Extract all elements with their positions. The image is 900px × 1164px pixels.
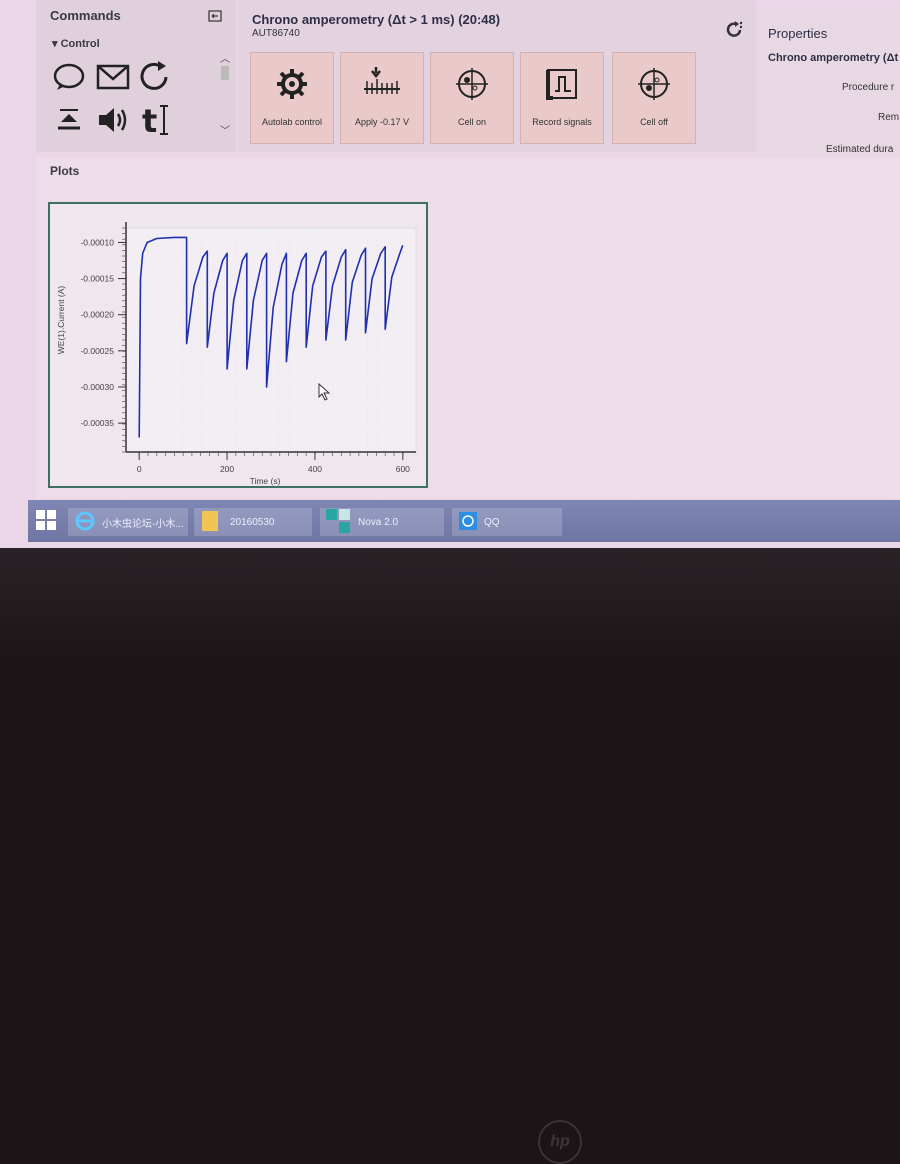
apply-potential-command[interactable]: Apply -0.17 V bbox=[340, 52, 424, 144]
hp-logo: hp bbox=[538, 1120, 582, 1164]
beep-icon[interactable] bbox=[96, 104, 130, 141]
wait-icon[interactable] bbox=[52, 60, 86, 99]
taskbar: 小木虫论坛-小木... 20160530 Nova 2.0 QQ bbox=[28, 500, 900, 542]
nova-icon bbox=[326, 508, 350, 536]
import-icon[interactable] bbox=[52, 106, 86, 139]
svg-text:t: t bbox=[142, 102, 157, 138]
cell-on-command[interactable]: Cell on bbox=[430, 52, 514, 144]
taskbar-item-qq[interactable]: QQ bbox=[452, 508, 562, 536]
y-tick-label: -0.00010 bbox=[80, 237, 114, 247]
y-tick-label: -0.00035 bbox=[80, 418, 114, 428]
refresh-icon[interactable] bbox=[724, 20, 744, 45]
property-remarks-row: Rem bbox=[878, 112, 900, 123]
record-signals-label: Record signals bbox=[532, 117, 592, 127]
folder-icon bbox=[200, 509, 220, 536]
commands-panel: Commands ▾ Control t ︿ ﹀ bbox=[36, 0, 236, 152]
x-tick-label: 200 bbox=[220, 464, 234, 474]
control-section-toggle[interactable]: ▾ Control bbox=[52, 37, 100, 50]
plots-panel: Plots -0.00010 -0.00015 -0.00020 -0.00025 -0… bbox=[36, 158, 900, 498]
cell-on-label: Cell on bbox=[457, 117, 486, 127]
x-axis-label: Time (s) bbox=[250, 476, 281, 486]
procedure-panel: Chrono amperometry (Δt > 1 ms) (20:48) A… bbox=[238, 0, 756, 152]
autolab-control-command[interactable]: Autolab control bbox=[250, 52, 334, 144]
record-signals-icon bbox=[521, 67, 603, 106]
commands-scrollbar[interactable]: ︿ ﹀ bbox=[220, 50, 230, 140]
plots-title: Plots bbox=[50, 164, 80, 178]
x-tick-label: 600 bbox=[396, 464, 410, 474]
properties-panel: Properties Chrono amperometry (Δt Proced… bbox=[762, 10, 900, 160]
cell-off-label: Cell off bbox=[640, 117, 668, 127]
apply-potential-label: Apply -0.17 V bbox=[354, 117, 410, 127]
gear-icon bbox=[251, 67, 333, 106]
property-duration-row: Estimated dura bbox=[826, 144, 894, 155]
y-tick-label: -0.00025 bbox=[80, 346, 114, 356]
screen: Commands ▾ Control t ︿ ﹀ Chrono amperome… bbox=[0, 0, 900, 548]
qq-icon bbox=[458, 511, 478, 534]
taskbar-item-qq-label: QQ bbox=[484, 516, 500, 528]
autolab-control-label: Autolab control bbox=[261, 117, 323, 127]
plot-frame[interactable]: -0.00010 -0.00015 -0.00020 -0.00025 -0.00030… bbox=[48, 202, 428, 488]
laptop-bezel: hp bbox=[0, 548, 900, 1164]
windows-start-icon[interactable] bbox=[36, 510, 56, 535]
y-tick-label: -0.00020 bbox=[80, 310, 114, 320]
cell-off-icon bbox=[613, 67, 695, 106]
text-icon[interactable]: t bbox=[140, 102, 174, 143]
apply-potential-icon bbox=[341, 67, 423, 102]
taskbar-item-folder-label: 20160530 bbox=[230, 516, 275, 528]
taskbar-item-browser-label: 小木虫论坛-小木... bbox=[102, 518, 184, 530]
y-tick-label: -0.00030 bbox=[80, 382, 114, 392]
property-procedure-row: Procedure r bbox=[842, 82, 895, 93]
taskbar-item-nova[interactable]: Nova 2.0 bbox=[320, 508, 444, 536]
ie-icon bbox=[74, 510, 96, 535]
message-icon[interactable] bbox=[96, 62, 130, 97]
cell-off-command[interactable]: Cell off bbox=[612, 52, 696, 144]
cell-on-icon bbox=[431, 67, 513, 106]
x-tick-label: 0 bbox=[137, 464, 142, 474]
chronoamperometry-chart[interactable]: -0.00010 -0.00015 -0.00020 -0.00025 -0.00030… bbox=[50, 204, 426, 486]
taskbar-item-folder[interactable]: 20160530 bbox=[194, 508, 312, 536]
properties-title: Properties bbox=[768, 26, 828, 41]
y-tick-label: -0.00015 bbox=[80, 274, 114, 284]
record-signals-command[interactable]: Record signals bbox=[520, 52, 604, 144]
repeat-icon[interactable] bbox=[138, 60, 172, 99]
commands-title: Commands bbox=[50, 8, 121, 23]
procedure-title: Chrono amperometry (Δt > 1 ms) (20:48) bbox=[252, 12, 501, 27]
pin-icon[interactable] bbox=[208, 10, 222, 25]
device-label: AUT86740 bbox=[252, 28, 300, 39]
y-axis-label: WE(1).Current (A) bbox=[56, 286, 66, 355]
taskbar-item-nova-label: Nova 2.0 bbox=[358, 516, 399, 528]
x-tick-label: 400 bbox=[308, 464, 322, 474]
taskbar-item-browser[interactable]: 小木虫论坛-小木... bbox=[68, 508, 188, 536]
properties-procedure-name: Chrono amperometry (Δt bbox=[768, 52, 899, 64]
